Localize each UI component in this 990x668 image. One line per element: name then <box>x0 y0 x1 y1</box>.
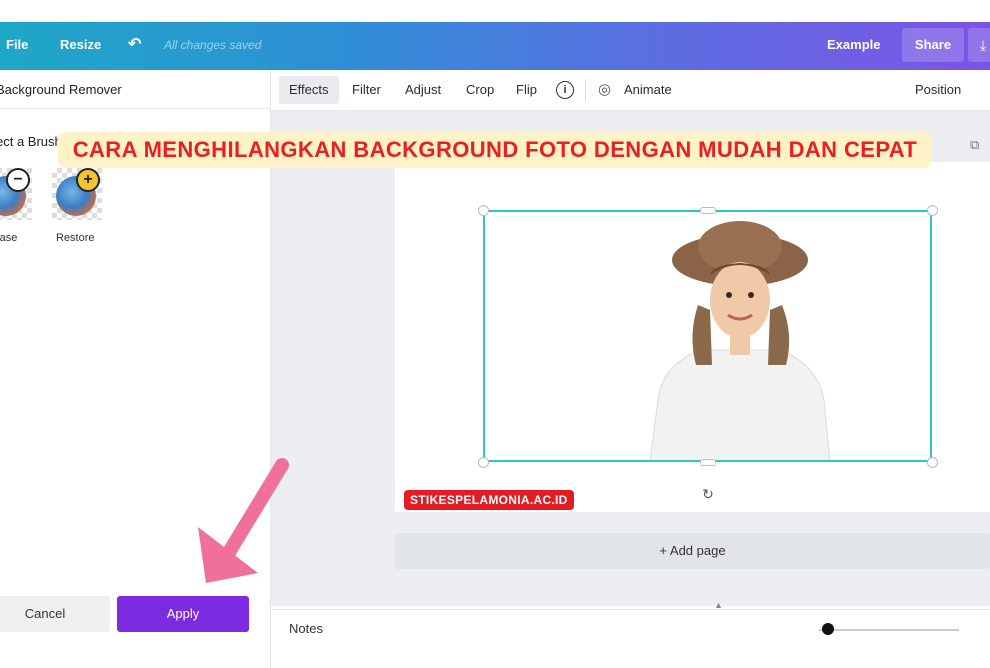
pointer-arrow-icon <box>198 458 289 583</box>
save-status: All changes saved <box>164 38 262 52</box>
design-title[interactable]: Example <box>827 22 880 70</box>
share-button[interactable]: Share <box>902 28 964 62</box>
undo-icon[interactable]: ↶ <box>128 22 141 70</box>
adjust-button[interactable]: Adjust <box>405 70 441 110</box>
filter-button[interactable]: Filter <box>352 70 381 110</box>
resize-handle[interactable] <box>927 457 938 468</box>
animate-button[interactable]: Animate <box>624 70 672 110</box>
watermark-label: STIKESPELAMONIA.AC.ID <box>404 490 574 510</box>
resize-handle[interactable] <box>927 205 938 216</box>
file-menu[interactable]: File <box>6 22 28 70</box>
select-brush-label: ect a Brush <box>0 134 62 149</box>
divider <box>0 108 270 109</box>
bottom-bar: Notes <box>271 609 990 650</box>
resize-handle[interactable] <box>478 205 489 216</box>
top-toolbar: File Resize ↶ All changes saved Example … <box>0 22 990 70</box>
minus-icon: − <box>6 168 30 192</box>
info-icon[interactable]: i <box>556 81 574 99</box>
cancel-button[interactable]: Cancel <box>0 596 110 632</box>
crop-button[interactable]: Crop <box>466 70 494 110</box>
headline-banner: CARA MENGHILANGKAN BACKGROUND FOTO DENGA… <box>58 132 932 168</box>
zoom-slider[interactable] <box>819 629 959 631</box>
panel-title: Background Remover <box>0 82 122 97</box>
effects-button[interactable]: Effects <box>279 76 339 104</box>
plus-icon: + <box>76 168 100 192</box>
flip-button[interactable]: Flip <box>516 70 537 110</box>
add-page-button[interactable]: + Add page <box>395 533 990 569</box>
notes-button[interactable]: Notes <box>289 610 323 648</box>
duplicate-page-icon[interactable]: ⧉ <box>970 137 979 153</box>
position-button[interactable]: Position <box>915 70 961 110</box>
erase-brush-label: rase <box>0 232 18 244</box>
zoom-slider-knob[interactable] <box>822 623 834 635</box>
animate-icon[interactable]: ◎ <box>598 70 611 110</box>
restore-brush-label: Restore <box>56 232 95 244</box>
rotate-icon[interactable]: ↻ <box>700 486 716 502</box>
restore-brush-icon[interactable]: + <box>52 168 102 220</box>
resize-menu[interactable]: Resize <box>60 22 101 70</box>
image-toolbar: Effects Filter Adjust Crop Flip i ◎ Anim… <box>271 70 990 111</box>
resize-handle[interactable] <box>478 457 489 468</box>
resize-handle[interactable] <box>700 207 716 214</box>
selection-box[interactable] <box>483 210 932 462</box>
resize-handle[interactable] <box>700 459 716 466</box>
erase-brush-icon[interactable]: − <box>0 168 32 220</box>
download-icon[interactable]: ⤓ <box>968 28 990 62</box>
apply-button[interactable]: Apply <box>117 596 249 632</box>
toolbar-divider <box>585 79 586 101</box>
